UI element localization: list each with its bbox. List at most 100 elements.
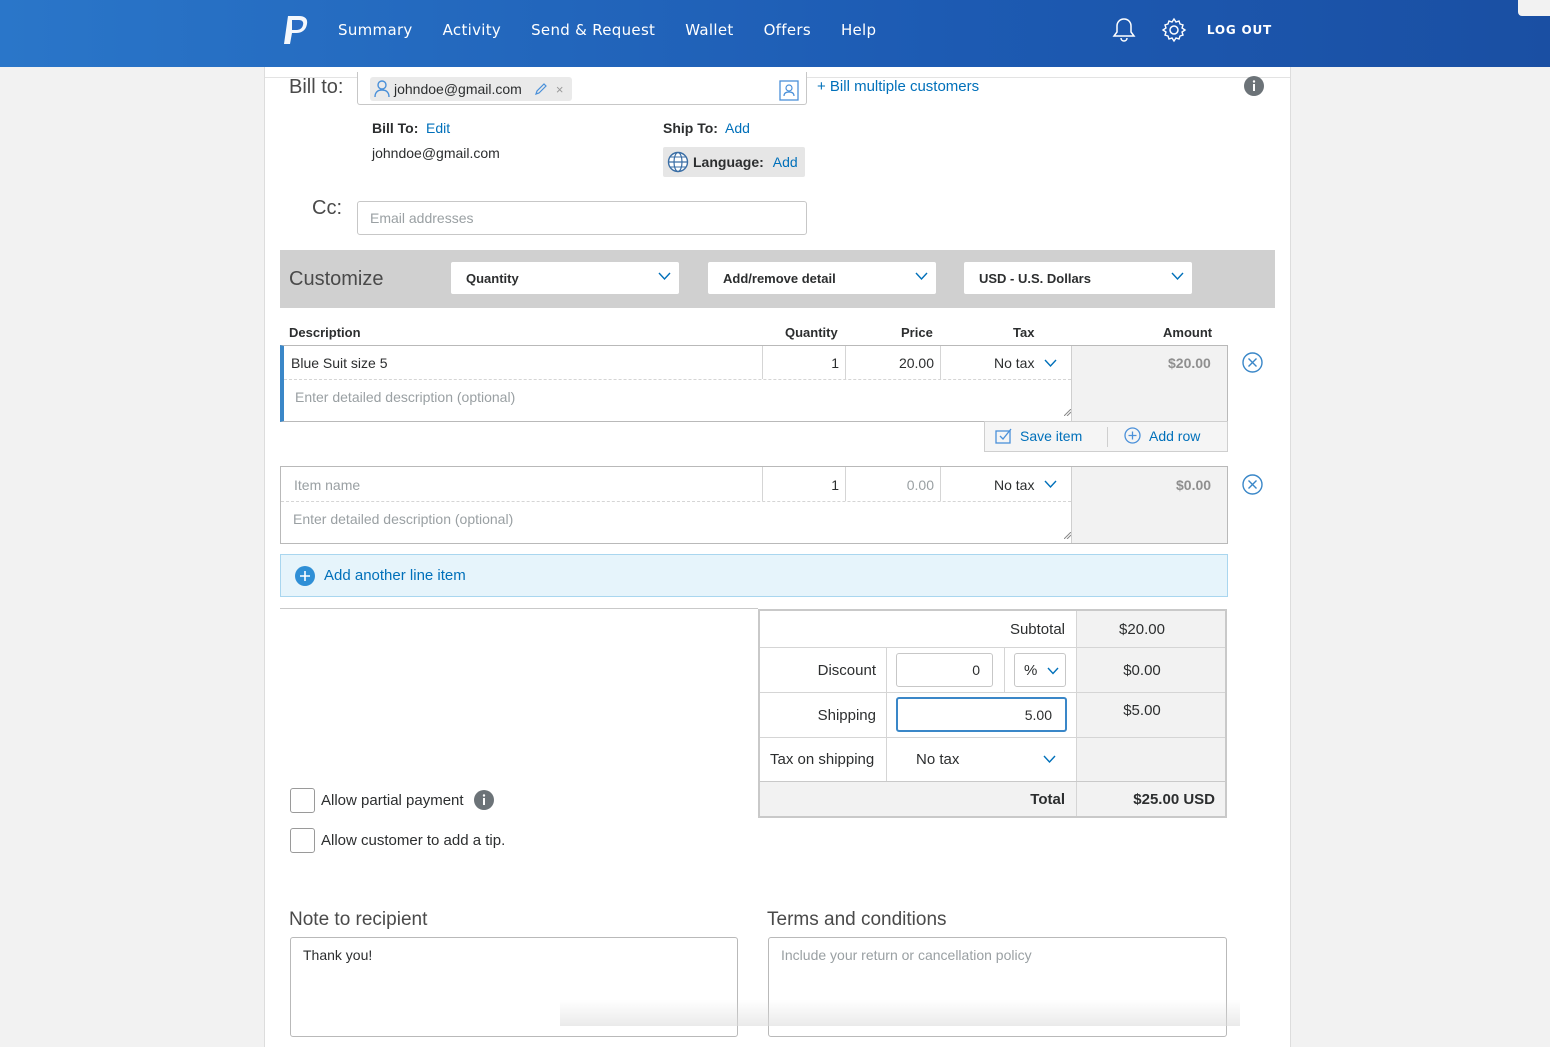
main-nav: Summary Activity Send & Request Wallet O… (338, 0, 906, 60)
bill-multiple-link[interactable]: + Bill multiple customers (817, 78, 979, 95)
customize-label: Customize (289, 268, 384, 290)
divider (886, 738, 887, 781)
nav-offers[interactable]: Offers (764, 21, 811, 39)
item-2-quantity[interactable]: 1 (763, 467, 839, 502)
divider (280, 608, 758, 609)
paypal-logo-icon[interactable] (282, 15, 310, 45)
item-1-detail-placeholder: Enter detailed description (optional) (295, 389, 516, 405)
column-quantity: Quantity (785, 325, 838, 340)
cc-placeholder: Email addresses (370, 210, 474, 226)
tax-shipping-select[interactable]: No tax (916, 738, 1056, 781)
add-row-label: Add row (1149, 427, 1201, 444)
item-2-tax-select[interactable]: No tax (994, 467, 1057, 502)
bill-to-email: johndoe@gmail.com (372, 145, 500, 161)
add-line-item-button[interactable]: Add another line item (280, 554, 1228, 597)
discount-input[interactable]: 0 (896, 653, 993, 687)
discount-label: Discount (817, 661, 876, 679)
item-1-price-text: 20.00 (898, 355, 934, 371)
divider (1107, 427, 1108, 447)
partial-payment-checkbox[interactable] (290, 788, 315, 813)
quantity-select[interactable]: Quantity (451, 262, 679, 294)
save-item-button[interactable]: Save item (995, 427, 1082, 444)
language-label: Language: (693, 154, 764, 170)
item-1-tax-select[interactable]: No tax (994, 346, 1057, 380)
contacts-icon[interactable] (779, 79, 799, 101)
cc-input[interactable]: Email addresses (357, 201, 807, 235)
nav-wallet[interactable]: Wallet (685, 21, 733, 39)
shipping-input[interactable]: 5.00 (896, 697, 1067, 732)
logout-link[interactable]: LOG OUT (1207, 23, 1272, 37)
pencil-icon[interactable] (534, 82, 548, 96)
language-add-link[interactable]: Add (773, 154, 798, 170)
item-1-price[interactable]: 20.00 (846, 346, 934, 380)
info-icon[interactable] (1244, 76, 1264, 96)
tip-label: Allow customer to add a tip. (321, 832, 506, 849)
terms-placeholder: Include your return or cancellation poli… (781, 947, 1032, 963)
discount-unit-select[interactable]: % (1014, 653, 1066, 687)
bill-to-edit-link[interactable]: Edit (426, 120, 450, 136)
item-2-detail[interactable]: Enter detailed description (optional) (293, 502, 513, 536)
chevron-down-icon (1044, 480, 1057, 489)
tip-checkbox[interactable] (290, 828, 315, 853)
item-2-name-placeholder: Item name (294, 476, 361, 493)
note-text: Thank you! (303, 947, 373, 963)
discount-row: Discount 0 % $0.00 (760, 648, 1225, 693)
item-2-price[interactable]: 0.00 (846, 467, 934, 502)
cc-label: Cc: (312, 197, 342, 219)
nav-send-request[interactable]: Send & Request (531, 21, 655, 39)
column-tax: Tax (1013, 325, 1035, 340)
chevron-down-icon (915, 272, 928, 281)
gear-icon[interactable] (1159, 15, 1189, 45)
tax-shipping-row: Tax on shipping No tax (760, 738, 1225, 782)
terms-label: Terms and conditions (767, 909, 947, 930)
item-2-detail-placeholder: Enter detailed description (optional) (293, 511, 514, 527)
shipping-row: Shipping 5.00 $5.00 (760, 693, 1225, 738)
recipient-chip[interactable]: johndoe@gmail.com × (370, 77, 572, 101)
item-1-name[interactable]: Blue Suit size 5 (291, 346, 388, 380)
discount-unit-value: % (1024, 661, 1038, 679)
total-row: Total $25.00 USD (760, 782, 1225, 816)
nav-help[interactable]: Help (841, 21, 876, 39)
divider (1004, 648, 1005, 692)
discount-amount: $0.00 (1123, 661, 1161, 679)
partial-payment-label: Allow partial payment (321, 792, 464, 809)
divider (1076, 782, 1077, 816)
resize-handle-icon[interactable] (1064, 532, 1071, 539)
bell-icon[interactable] (1109, 15, 1139, 45)
chip-email: johndoe@gmail.com (394, 81, 522, 97)
detail-select[interactable]: Add/remove detail (708, 262, 936, 294)
ship-to-add-link[interactable]: Add (725, 120, 750, 136)
item-1-quantity[interactable]: 1 (763, 346, 839, 380)
remove-chip-icon[interactable]: × (556, 82, 564, 97)
nav-activity[interactable]: Activity (443, 21, 502, 39)
tax-shipping-value: No tax (916, 751, 960, 768)
divider (940, 467, 941, 501)
item-2-amount: $0.00 (1176, 477, 1212, 493)
resize-handle-icon[interactable] (1064, 409, 1071, 416)
bill-to-label: Bill to: (289, 76, 344, 98)
plus-circle-icon (1124, 427, 1141, 444)
save-item-label: Save item (1020, 427, 1083, 444)
shipping-amount: $5.00 (1123, 701, 1161, 719)
nav-right: LOG OUT (1089, 0, 1272, 60)
nav-summary[interactable]: Summary (338, 21, 413, 39)
item-1-name-text: Blue Suit size 5 (291, 355, 388, 371)
item-2-name[interactable]: Item name (294, 467, 360, 502)
item-1-amount: $20.00 (1168, 355, 1211, 371)
remove-item-icon[interactable] (1242, 352, 1263, 373)
currency-select[interactable]: USD - U.S. Dollars (964, 262, 1192, 294)
total-label: Total (1030, 790, 1065, 808)
note-label: Note to recipient (289, 909, 428, 930)
bottom-shadow (560, 1000, 1240, 1026)
plus-circle-icon (295, 565, 315, 586)
remove-item-icon[interactable] (1242, 474, 1263, 495)
bill-to-sublabel: Bill To: (372, 120, 419, 136)
subtotal-label: Subtotal (1009, 621, 1065, 638)
add-row-button[interactable]: Add row (1124, 427, 1200, 444)
item-1-detail[interactable]: Enter detailed description (optional) (295, 380, 515, 414)
currency-select-value: USD - U.S. Dollars (979, 270, 1091, 286)
info-icon[interactable] (474, 790, 494, 810)
divider (940, 346, 941, 379)
shipping-label: Shipping (817, 706, 876, 724)
chevron-down-icon (1171, 272, 1184, 281)
